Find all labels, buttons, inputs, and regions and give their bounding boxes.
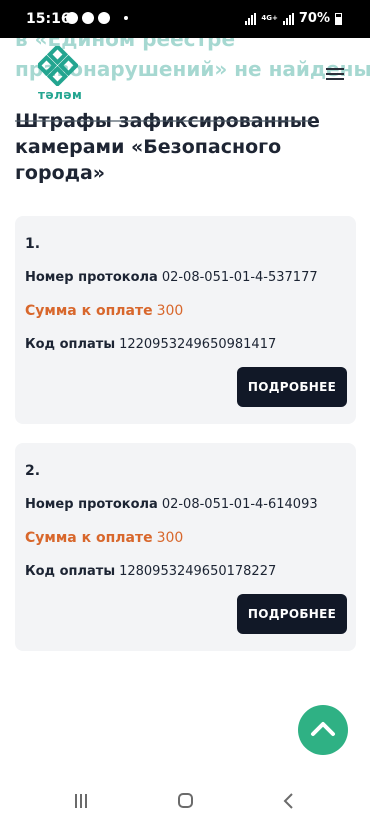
logo-text: тәләм — [38, 88, 83, 102]
chat-icon — [82, 12, 94, 24]
protocol-row: Номер протокола 02-08-051-01-4-614093 — [25, 497, 318, 512]
back-button[interactable] — [282, 792, 294, 810]
status-time: 15:16 — [26, 11, 71, 27]
protocol-row: Номер протокола 02-08-051-01-4-537177 — [25, 270, 318, 285]
site-logo[interactable]: тәләм — [35, 43, 83, 106]
signal-icon — [245, 12, 257, 25]
code-value: 1220953249650981417 — [119, 337, 277, 352]
chevron-up-icon — [311, 722, 335, 736]
notification-icons — [66, 12, 128, 24]
code-label: Код оплаты — [25, 564, 116, 579]
code-value: 1280953249650178227 — [119, 564, 277, 579]
site-header: в «Едином реестре правонарушений» не най… — [0, 38, 370, 108]
details-button[interactable]: ПОДРОБНЕЕ — [237, 594, 347, 634]
home-button[interactable] — [178, 793, 193, 808]
protocol-label: Номер протокола — [25, 497, 158, 512]
recent-apps-button[interactable] — [75, 794, 89, 808]
code-row: Код оплаты 1280953249650178227 — [25, 564, 276, 579]
fine-number: 2. — [25, 463, 41, 479]
sum-value: 300 — [156, 530, 184, 546]
network-type: 4G+ — [261, 14, 278, 22]
logo-icon — [35, 43, 80, 88]
recent-apps-icon — [75, 794, 77, 808]
sum-value: 300 — [156, 303, 184, 319]
battery-icon — [335, 12, 342, 25]
hamburger-icon — [326, 68, 344, 70]
account-icon — [98, 12, 110, 24]
code-row: Код оплаты 1220953249650981417 — [25, 337, 276, 352]
sum-label: Сумма к оплате — [25, 530, 153, 546]
scroll-to-top-button[interactable] — [298, 705, 348, 755]
code-label: Код оплаты — [25, 337, 116, 352]
sum-row: Сумма к оплате 300 — [25, 530, 183, 546]
protocol-label: Номер протокола — [25, 270, 158, 285]
details-button[interactable]: ПОДРОБНЕЕ — [237, 367, 347, 407]
more-notifications-dot — [124, 16, 128, 20]
fine-card: 2. Номер протокола 02-08-051-01-4-614093 … — [15, 443, 356, 651]
battery-percent: 70% — [298, 11, 330, 26]
status-right: 4G+ 70% — [245, 11, 342, 26]
menu-button[interactable] — [326, 68, 344, 82]
status-bar: 15:16 4G+ 70% — [0, 0, 370, 38]
whatsapp-icon — [66, 12, 78, 24]
protocol-value: 02-08-051-01-4-614093 — [161, 497, 318, 512]
system-nav-bar — [0, 770, 370, 822]
fine-number: 1. — [25, 236, 41, 252]
title-overlap-line — [15, 120, 312, 122]
sum-label: Сумма к оплате — [25, 303, 153, 319]
signal-icon-2 — [282, 12, 294, 25]
protocol-value: 02-08-051-01-4-537177 — [161, 270, 318, 285]
sum-row: Сумма к оплате 300 — [25, 303, 183, 319]
fine-card: 1. Номер протокола 02-08-051-01-4-537177 … — [15, 216, 356, 424]
